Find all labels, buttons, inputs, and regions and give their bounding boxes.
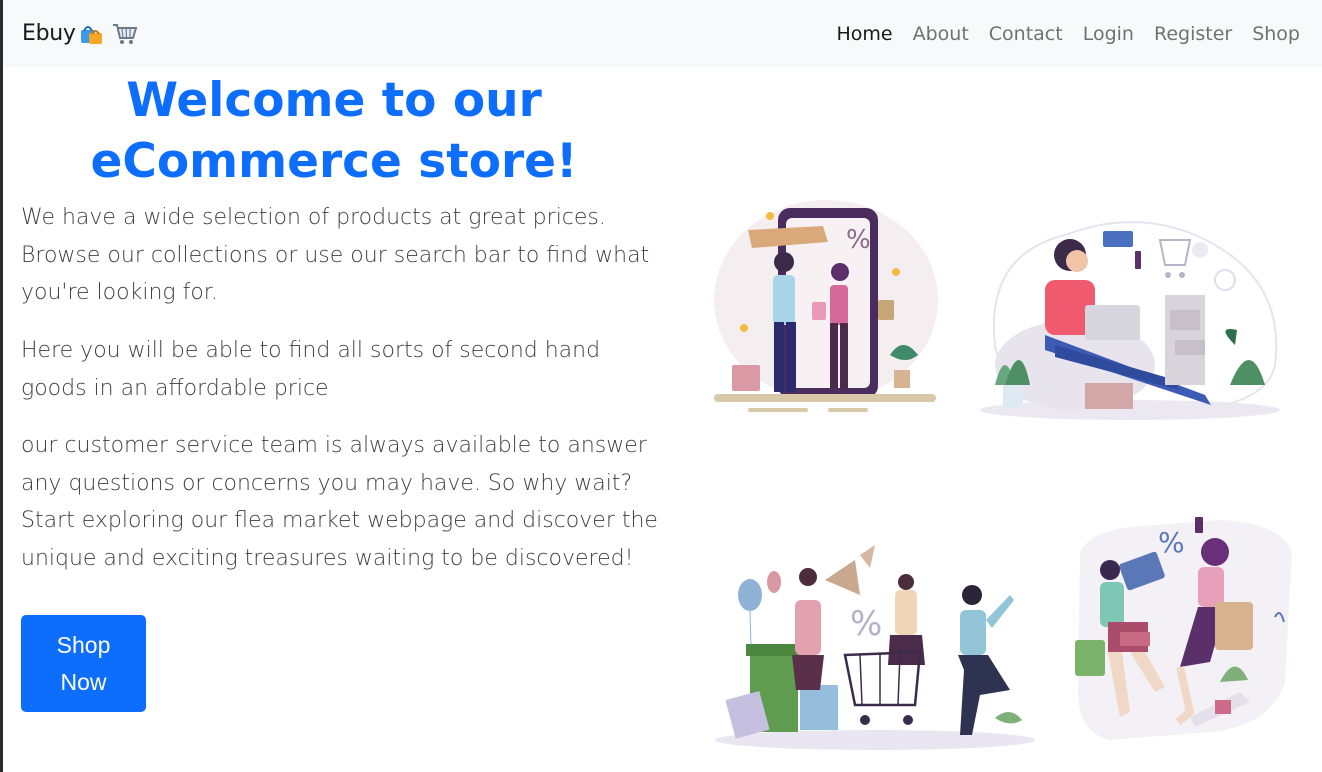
nav-about-link[interactable]: About — [913, 23, 969, 45]
percent-badge: % — [850, 604, 882, 644]
percent-badge: % — [1158, 526, 1185, 559]
nav-login-link[interactable]: Login — [1083, 23, 1134, 45]
shopping-bags-icon — [78, 21, 104, 47]
brand-logo[interactable]: Ebuy — [22, 21, 138, 47]
navbar: Ebuy Home About Contact Login Register S… — [3, 0, 1322, 67]
nav-home-link[interactable]: Home — [836, 23, 892, 45]
nav-contact-link[interactable]: Contact — [989, 23, 1063, 45]
percent-badge: % — [846, 225, 871, 255]
nav-register-link[interactable]: Register — [1154, 23, 1232, 45]
nav-links: Home About Contact Login Register Shop — [816, 23, 1300, 45]
hero-title-line1: Welcome to our — [126, 73, 542, 128]
hero-paragraph-2: Here you will be able to find all sorts … — [21, 338, 601, 401]
shop-now-label-line2: Now — [60, 668, 107, 695]
shop-now-label-line1: Shop — [56, 631, 111, 658]
phone-shopping-illustration: % — [708, 190, 943, 420]
hero-title: Welcome to our eCommerce store! — [40, 70, 628, 192]
hero-paragraph-1: We have a wide selection of products at … — [21, 205, 650, 305]
shop-now-button[interactable]: Shop Now — [21, 615, 146, 712]
shopping-crowd-illustration: % — [710, 540, 1045, 755]
brand-name: Ebuy — [22, 21, 76, 46]
online-shopping-laptop-illustration — [975, 195, 1290, 423]
window-edge — [0, 0, 3, 772]
hero-title-line2: eCommerce store! — [90, 134, 578, 189]
shopping-cart-icon — [112, 21, 138, 47]
hero-paragraph-3: our customer service team is always avai… — [21, 433, 658, 571]
nav-shop-link[interactable]: Shop — [1252, 23, 1300, 45]
shopping-sale-illustration: % — [1070, 512, 1298, 755]
